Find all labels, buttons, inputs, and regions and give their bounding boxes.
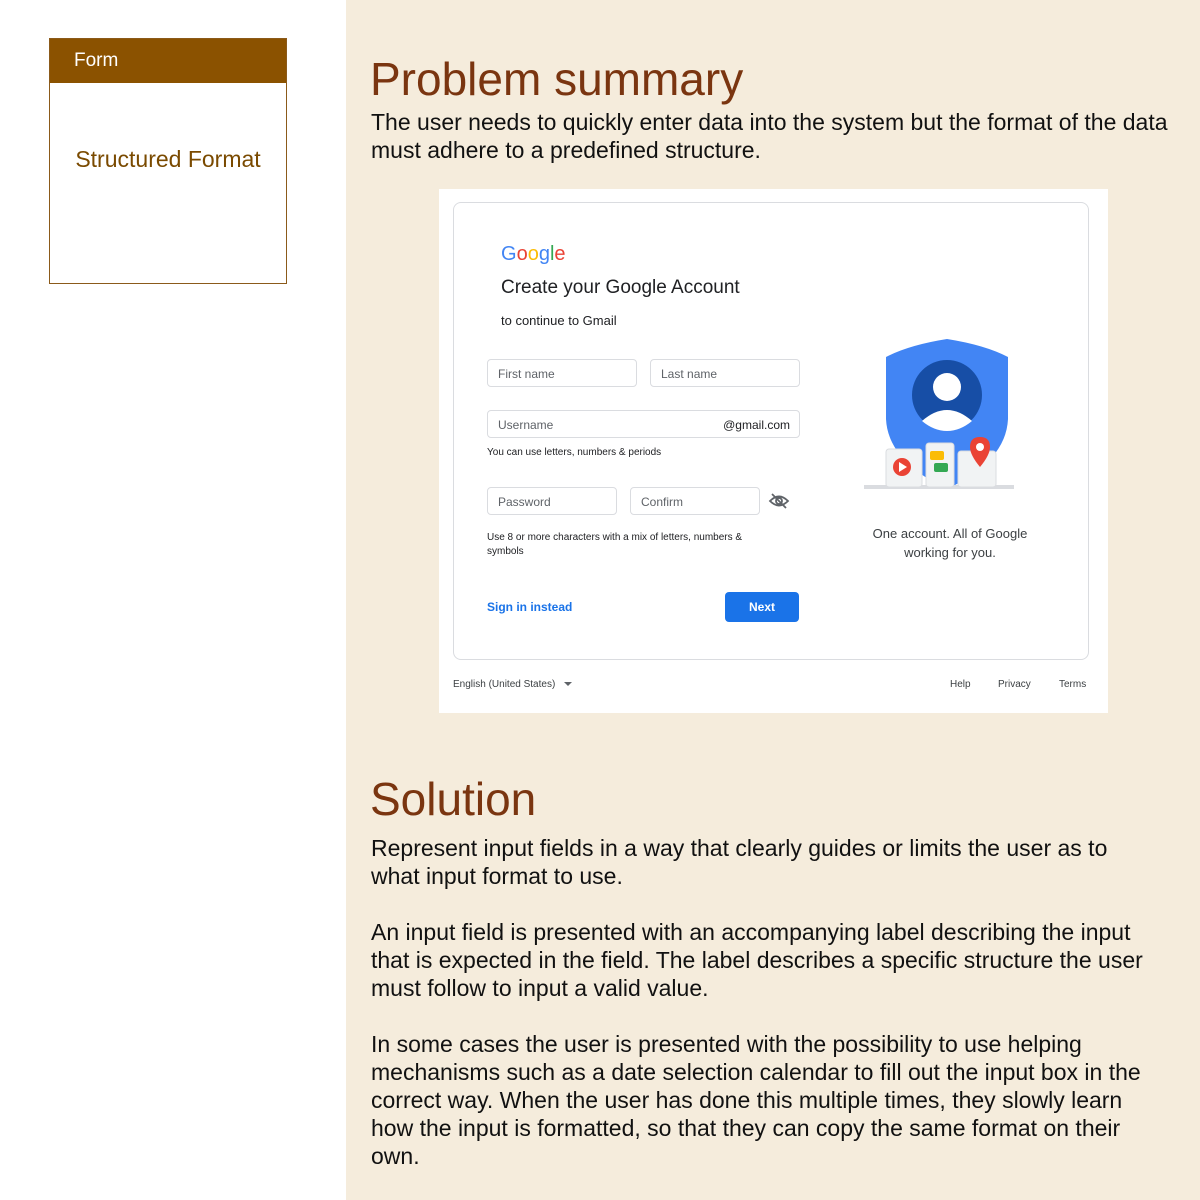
logo-letter: g: [538, 243, 550, 265]
problem-text: The user needs to quickly enter data int…: [371, 108, 1171, 164]
logo-letter: o: [527, 243, 539, 265]
solution-line: correct way. When the user has done this…: [371, 1087, 1123, 1113]
caption-line: working for you.: [904, 545, 996, 560]
sign-in-instead-link[interactable]: Sign in instead: [487, 600, 572, 614]
card-header: Form: [50, 39, 286, 83]
logo-letter: G: [501, 243, 517, 265]
pattern-card: Form Structured Format: [49, 38, 287, 284]
signup-subtitle: to continue to Gmail: [501, 313, 617, 328]
solution-line: An input field is presented with an acco…: [371, 919, 1131, 945]
signup-title: Create your Google Account: [501, 277, 740, 298]
logo-letter: e: [554, 243, 566, 265]
caption-line: One account. All of Google: [872, 526, 1028, 541]
password-hint: Use 8 or more characters with a mix of l…: [487, 531, 742, 559]
solution-line: In some cases the user is presented with…: [371, 1031, 1082, 1057]
language-selector[interactable]: English (United States): [453, 679, 573, 690]
solution-line: must follow to input a valid value.: [371, 975, 709, 1001]
gmail-suffix: @gmail.com: [723, 418, 790, 432]
hide-password-icon[interactable]: [768, 491, 790, 511]
solution-paragraph-3: In some cases the user is presented with…: [371, 1030, 1171, 1170]
solution-paragraph-2: An input field is presented with an acco…: [371, 918, 1171, 1002]
first-name-field[interactable]: First name: [487, 359, 637, 387]
username-hint: You can use letters, numbers & periods: [487, 447, 662, 458]
signup-card: Google Create your Google Account to con…: [453, 202, 1089, 660]
password-field[interactable]: Password: [487, 487, 617, 515]
illustration-caption: One account. All of Google working for y…: [852, 524, 1048, 562]
solution-line: mechanisms such as a date selection cale…: [371, 1059, 1141, 1085]
signup-screenshot: Google Create your Google Account to con…: [439, 189, 1108, 713]
solution-line: Represent input fields in a way that cle…: [371, 835, 1108, 861]
caret-down-icon: [564, 682, 573, 687]
google-logo: Google: [501, 243, 566, 266]
solution-line: how the input is formatted, so that they…: [371, 1115, 1121, 1141]
password-hint-line: symbols: [487, 546, 524, 557]
solution-paragraph-1: Represent input fields in a way that cle…: [371, 834, 1171, 890]
language-label: English (United States): [453, 679, 556, 690]
last-name-field[interactable]: Last name: [650, 359, 800, 387]
solution-line: own.: [371, 1143, 420, 1169]
next-button[interactable]: Next: [725, 592, 799, 622]
password-hint-line: Use 8 or more characters with a mix of l…: [487, 532, 743, 543]
footer-link-privacy[interactable]: Privacy: [998, 679, 1031, 690]
problem-line: The user needs to quickly enter data int…: [371, 109, 1168, 135]
account-shield-illustration: [864, 339, 1014, 504]
logo-letter: o: [516, 243, 528, 265]
confirm-field[interactable]: Confirm: [630, 487, 760, 515]
footer-link-terms[interactable]: Terms: [1059, 679, 1086, 690]
problem-heading: Problem summary: [370, 53, 744, 105]
problem-line: must adhere to a predefined structure.: [371, 137, 761, 163]
solution-heading: Solution: [370, 773, 537, 825]
username-field[interactable]: Username @gmail.com: [487, 410, 800, 438]
username-placeholder: Username: [498, 418, 554, 432]
solution-line: what input format to use.: [371, 863, 623, 889]
card-title: Structured Format: [75, 146, 261, 172]
solution-line: that is expected in the field. The label…: [371, 947, 1143, 973]
footer-link-help[interactable]: Help: [950, 679, 971, 690]
